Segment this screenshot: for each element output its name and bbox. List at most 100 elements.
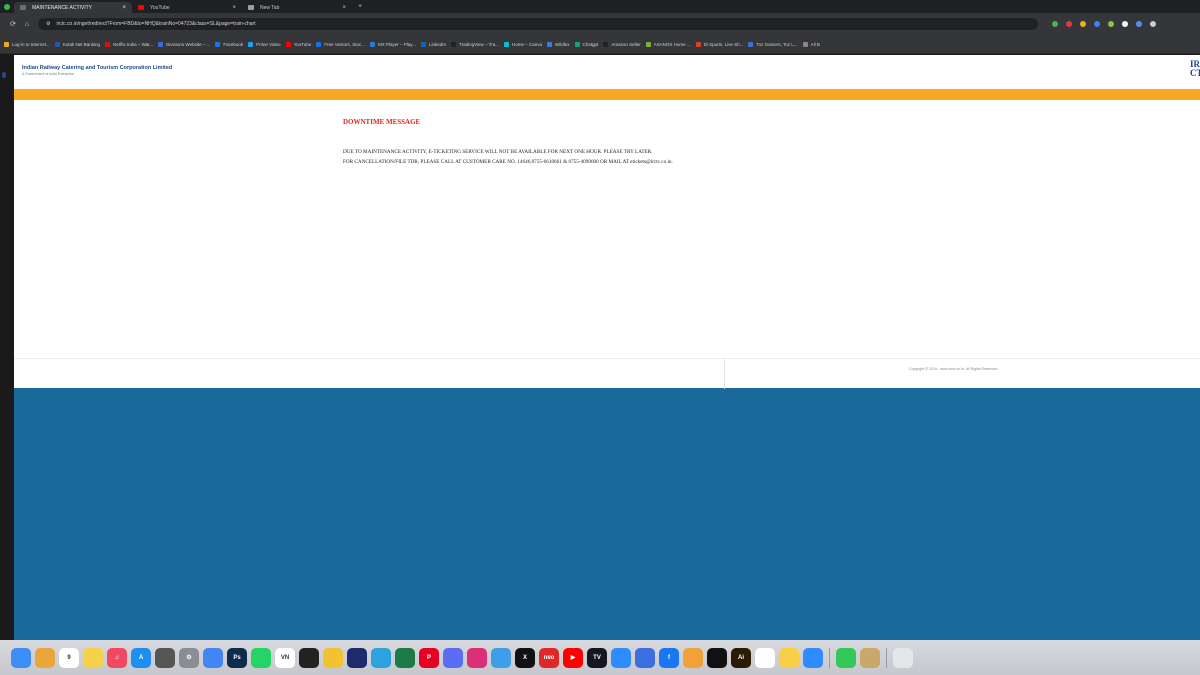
bookmark-label: Divisions Website – ... (166, 41, 211, 47)
close-tab-icon[interactable]: × (342, 5, 346, 11)
bookmark-item[interactable]: Divisions Website – ... (158, 41, 211, 47)
new-tab-icon[interactable]: + (352, 3, 368, 10)
notes-icon[interactable] (83, 647, 103, 668)
bookmark-favicon-icon (802, 41, 808, 47)
capcut-icon[interactable] (299, 647, 319, 668)
bookmark-label: Facebook (223, 41, 244, 47)
bookmark-item[interactable]: Home – Canva (504, 41, 543, 47)
instagram-icon[interactable] (467, 647, 487, 668)
extension-icon[interactable] (1094, 21, 1100, 27)
brand-logo-right[interactable]: IR CT (1190, 60, 1200, 78)
tab-label: MAINTENANCE ACTIVITY (32, 4, 93, 11)
url-text: irctc.co.in/nget/redirect?From=FBD&to=NH… (56, 21, 256, 27)
extension-icon[interactable] (1052, 21, 1058, 27)
launchpad-icon[interactable] (35, 647, 55, 668)
close-tab-icon[interactable]: × (122, 5, 126, 11)
bookmark-item[interactable]: YouTube (285, 41, 311, 47)
mail-stats-icon[interactable] (491, 647, 511, 668)
chatgpt-icon[interactable] (755, 647, 775, 668)
browser-tab[interactable]: YouTube × (132, 2, 242, 13)
bookmark-favicon-icon (450, 41, 456, 47)
pinterest-icon[interactable]: P (419, 647, 439, 668)
tradingview-icon[interactable]: TV (587, 647, 607, 668)
window-control[interactable] (0, 0, 14, 13)
youtube-icon[interactable]: ▶ (563, 647, 583, 668)
facebook-icon[interactable]: f (659, 647, 679, 668)
zoom-icon[interactable] (803, 647, 823, 668)
tab-favicon-icon (20, 5, 26, 10)
calculator-icon[interactable] (155, 647, 175, 668)
extension-icon[interactable] (1136, 21, 1142, 27)
bookmark-label: MX Player – Play... (378, 41, 416, 47)
photos-icon[interactable] (323, 647, 343, 668)
extension-icon[interactable] (1150, 21, 1156, 27)
trash-icon[interactable] (893, 647, 913, 668)
bookmark-favicon-icon (248, 41, 254, 47)
bookmark-item[interactable]: Kotak Net Banking (54, 41, 100, 47)
bookmark-item[interactable]: Prime Video (248, 41, 281, 47)
bookmark-item[interactable]: Facebook (215, 41, 244, 47)
bookmark-item[interactable]: ASANOX Home ... (645, 41, 691, 47)
bookmark-item[interactable]: LinkedIn (420, 41, 446, 47)
bookmark-label: Log-in to Internet... (12, 41, 50, 47)
bookmark-favicon-icon (645, 41, 651, 47)
bookmark-label: Home – Canva (512, 41, 543, 47)
illustrator-icon[interactable]: Ai (731, 647, 751, 668)
notes-yellow-icon[interactable] (779, 647, 799, 668)
extension-icon[interactable] (1066, 21, 1072, 27)
excel-icon[interactable] (395, 647, 415, 668)
telegram-icon[interactable] (371, 647, 391, 668)
bookmark-item[interactable]: MX Player – Play... (370, 41, 416, 47)
neo-icon[interactable]: neo (539, 647, 559, 668)
calendar-icon[interactable]: 9 (59, 647, 79, 668)
bookmark-item[interactable]: All B (802, 41, 820, 47)
bookmark-item[interactable]: Amazon Seller (603, 41, 641, 47)
close-tab-icon[interactable]: × (232, 5, 236, 11)
reload-icon[interactable]: ⟳ (6, 20, 20, 28)
bookmark-label: Netflix India – Wat... (113, 41, 154, 47)
system-settings-icon[interactable]: ⚙ (179, 647, 199, 668)
chrome-icon[interactable] (203, 647, 223, 668)
app-store-icon[interactable]: A (131, 647, 151, 668)
bookmark-label: TradingView – Tra... (458, 41, 500, 47)
bookmark-item[interactable]: Free Vectors, Stoc... (316, 41, 366, 47)
bookmark-favicon-icon (105, 41, 111, 47)
browser-address-bar: ⟳ ⌂ ⚙ irctc.co.in/nget/redirect?From=FBD… (0, 13, 1200, 35)
vpn-icon[interactable] (635, 647, 655, 668)
home-icon[interactable]: ⌂ (20, 21, 34, 28)
bookmark-item[interactable]: Chatgpt (574, 41, 598, 47)
one-app-icon[interactable] (347, 647, 367, 668)
green-dot-icon (4, 3, 10, 10)
vn-editor-icon[interactable]: VN (275, 647, 295, 668)
folder-icon[interactable] (860, 647, 880, 668)
bookmark-favicon-icon (420, 41, 426, 47)
music-icon[interactable]: ♫ (107, 647, 127, 668)
extension-icon[interactable] (1122, 21, 1128, 27)
bookmark-item[interactable]: Toz Gamers, Toz L... (748, 41, 798, 47)
url-field[interactable]: ⚙ irctc.co.in/nget/redirect?From=FBD&to=… (38, 18, 1038, 30)
x-icon[interactable]: X (515, 647, 535, 668)
site-title[interactable]: Indian Railway Catering and Tourism Corp… (22, 65, 172, 71)
tiktok-icon[interactable] (707, 647, 727, 668)
facetime-icon[interactable] (836, 647, 856, 668)
bookmark-item[interactable]: Wildlex (547, 41, 570, 47)
zoom-app-icon[interactable] (611, 647, 631, 668)
messenger-icon[interactable] (443, 647, 463, 668)
browser-tab[interactable]: New Tab × (242, 2, 352, 13)
bookmark-item[interactable]: Log-in to Internet... (4, 41, 50, 47)
browser-tab[interactable]: MAINTENANCE ACTIVITY × (14, 2, 132, 13)
site-info-icon[interactable]: ⚙ (46, 21, 50, 27)
bookmark-favicon-icon (574, 41, 580, 47)
extension-icon[interactable] (1108, 21, 1114, 27)
browser-tab-bar: MAINTENANCE ACTIVITY × YouTube × New Tab × + (0, 0, 1200, 13)
finder-icon[interactable] (11, 647, 31, 668)
bookmark-item[interactable]: TradingView – Tra... (450, 41, 500, 47)
shortcut-icon[interactable] (683, 647, 703, 668)
bookmark-favicon-icon (695, 41, 701, 47)
whatsapp-icon[interactable] (251, 647, 271, 668)
bookmark-item[interactable]: Netflix India – Wat... (105, 41, 154, 47)
bookmark-item[interactable]: Di Spurts, Live Sh... (695, 41, 743, 47)
extension-icon[interactable] (1080, 21, 1086, 27)
photoshop-icon[interactable]: Ps (227, 647, 247, 668)
bookmark-label: Free Vectors, Stoc... (324, 41, 366, 47)
